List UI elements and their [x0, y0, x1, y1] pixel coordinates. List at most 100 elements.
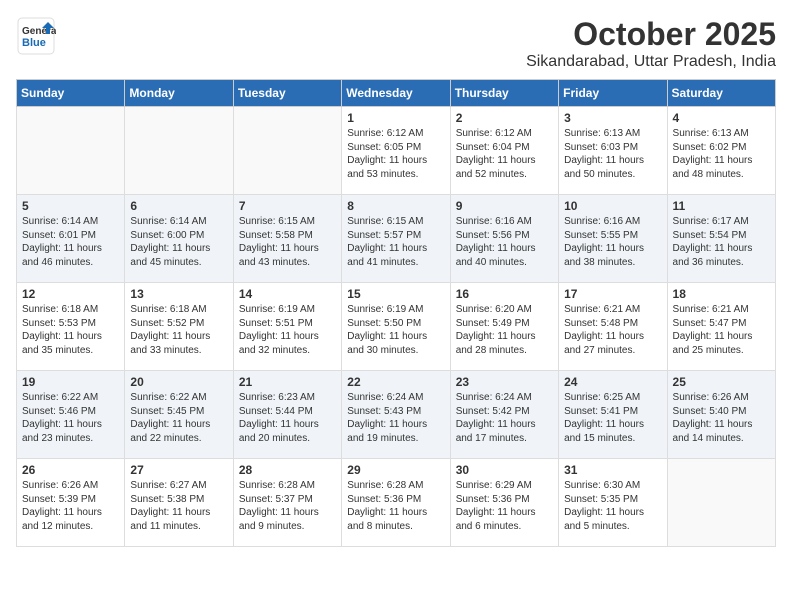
calendar-cell: 17Sunrise: 6:21 AM Sunset: 5:48 PM Dayli… [559, 283, 667, 371]
day-number: 21 [239, 375, 336, 389]
calendar-week-row: 12 Sunrise: 6:18 AM Sunset: 5:53 PM Dayli… [17, 283, 776, 371]
day-info: Sunrise: 6:22 AM Sunset: 5:45 PM Dayligh… [130, 391, 227, 445]
calendar-week-row: 26 Sunrise: 6:26 AM Sunset: 5:39 PM Dayli… [17, 459, 776, 547]
day-number: 13 [130, 287, 227, 301]
day-number: 15 [347, 287, 444, 301]
calendar-table: SundayMondayTuesdayWednesdayThursdayFrid… [16, 79, 776, 547]
day-number: 8 [347, 199, 444, 213]
calendar-cell [17, 107, 125, 195]
calendar-cell: 9 Sunrise: 6:16 AM Sunset: 5:56 PM Daylig… [450, 195, 558, 283]
title-area: October 2025 Sikandarabad, Uttar Pradesh… [526, 16, 776, 71]
day-number: 11 [673, 199, 770, 213]
day-number: 17 [564, 287, 661, 301]
day-info: Sunrise: 6:28 AM Sunset: 5:36 PM Dayligh… [347, 479, 444, 533]
day-number: 14 [239, 287, 336, 301]
day-number: 18 [673, 287, 770, 301]
weekday-header-row: SundayMondayTuesdayWednesdayThursdayFrid… [17, 80, 776, 107]
day-number: 23 [456, 375, 553, 389]
day-info: Sunrise: 6:14 AM Sunset: 6:00 PM Dayligh… [130, 215, 227, 269]
day-info: Sunrise: 6:15 AM Sunset: 5:57 PM Dayligh… [347, 215, 444, 269]
calendar-cell: 12 Sunrise: 6:18 AM Sunset: 5:53 PM Dayli… [17, 283, 125, 371]
day-info: Sunrise: 6:18 AM Sunset: 5:53 PM Dayligh… [22, 303, 119, 357]
day-info: Sunrise: 6:19 AM Sunset: 5:50 PM Dayligh… [347, 303, 444, 357]
day-number: 16 [456, 287, 553, 301]
day-info: Sunrise: 6:16 AM Sunset: 5:55 PM Dayligh… [564, 215, 661, 269]
day-number: 1 [347, 111, 444, 125]
day-info: Sunrise: 6:24 AM Sunset: 5:43 PM Dayligh… [347, 391, 444, 445]
weekday-header: Saturday [667, 80, 775, 107]
day-info: Sunrise: 6:13 AM Sunset: 6:02 PM Dayligh… [673, 127, 770, 181]
day-number: 4 [673, 111, 770, 125]
day-info: Sunrise: 6:16 AM Sunset: 5:56 PM Dayligh… [456, 215, 553, 269]
calendar-cell: 1 Sunrise: 6:12 AM Sunset: 6:05 PM Daylig… [342, 107, 450, 195]
day-number: 29 [347, 463, 444, 477]
day-info: Sunrise: 6:27 AM Sunset: 5:38 PM Dayligh… [130, 479, 227, 533]
calendar-cell: 19Sunrise: 6:22 AM Sunset: 5:46 PM Dayli… [17, 371, 125, 459]
day-number: 20 [130, 375, 227, 389]
day-number: 12 [22, 287, 119, 301]
calendar-cell: 26 Sunrise: 6:26 AM Sunset: 5:39 PM Dayli… [17, 459, 125, 547]
day-number: 9 [456, 199, 553, 213]
calendar-cell: 22 Sunrise: 6:24 AM Sunset: 5:43 PM Dayli… [342, 371, 450, 459]
calendar-cell: 30Sunrise: 6:29 AM Sunset: 5:36 PM Dayli… [450, 459, 558, 547]
day-number: 10 [564, 199, 661, 213]
day-number: 24 [564, 375, 661, 389]
calendar-cell [125, 107, 233, 195]
calendar-cell: 7Sunrise: 6:15 AM Sunset: 5:58 PM Daylig… [233, 195, 341, 283]
calendar-week-row: 1 Sunrise: 6:12 AM Sunset: 6:05 PM Daylig… [17, 107, 776, 195]
day-info: Sunrise: 6:30 AM Sunset: 5:35 PM Dayligh… [564, 479, 661, 533]
calendar-cell: 11 Sunrise: 6:17 AM Sunset: 5:54 PM Dayli… [667, 195, 775, 283]
calendar-cell: 28 Sunrise: 6:28 AM Sunset: 5:37 PM Dayli… [233, 459, 341, 547]
day-info: Sunrise: 6:28 AM Sunset: 5:37 PM Dayligh… [239, 479, 336, 533]
day-number: 7 [239, 199, 336, 213]
calendar-cell: 8 Sunrise: 6:15 AM Sunset: 5:57 PM Daylig… [342, 195, 450, 283]
calendar-cell: 13 Sunrise: 6:18 AM Sunset: 5:52 PM Dayli… [125, 283, 233, 371]
calendar-cell: 31 Sunrise: 6:30 AM Sunset: 5:35 PM Dayli… [559, 459, 667, 547]
day-info: Sunrise: 6:12 AM Sunset: 6:04 PM Dayligh… [456, 127, 553, 181]
calendar-cell: 15 Sunrise: 6:19 AM Sunset: 5:50 PM Dayli… [342, 283, 450, 371]
calendar-cell [667, 459, 775, 547]
day-info: Sunrise: 6:19 AM Sunset: 5:51 PM Dayligh… [239, 303, 336, 357]
day-info: Sunrise: 6:26 AM Sunset: 5:40 PM Dayligh… [673, 391, 770, 445]
calendar-cell: 5Sunrise: 6:14 AM Sunset: 6:01 PM Daylig… [17, 195, 125, 283]
weekday-header: Monday [125, 80, 233, 107]
page-header: General Blue October 2025 Sikandarabad, … [16, 16, 776, 71]
day-number: 6 [130, 199, 227, 213]
day-info: Sunrise: 6:12 AM Sunset: 6:05 PM Dayligh… [347, 127, 444, 181]
day-number: 31 [564, 463, 661, 477]
day-number: 19 [22, 375, 119, 389]
day-number: 28 [239, 463, 336, 477]
day-info: Sunrise: 6:17 AM Sunset: 5:54 PM Dayligh… [673, 215, 770, 269]
calendar-cell: 16Sunrise: 6:20 AM Sunset: 5:49 PM Dayli… [450, 283, 558, 371]
calendar-cell: 14 Sunrise: 6:19 AM Sunset: 5:51 PM Dayli… [233, 283, 341, 371]
weekday-header: Tuesday [233, 80, 341, 107]
day-number: 27 [130, 463, 227, 477]
day-info: Sunrise: 6:29 AM Sunset: 5:36 PM Dayligh… [456, 479, 553, 533]
day-number: 2 [456, 111, 553, 125]
day-info: Sunrise: 6:13 AM Sunset: 6:03 PM Dayligh… [564, 127, 661, 181]
day-info: Sunrise: 6:18 AM Sunset: 5:52 PM Dayligh… [130, 303, 227, 357]
logo: General Blue [16, 16, 56, 56]
calendar-cell: 6 Sunrise: 6:14 AM Sunset: 6:00 PM Daylig… [125, 195, 233, 283]
calendar-cell: 18 Sunrise: 6:21 AM Sunset: 5:47 PM Dayli… [667, 283, 775, 371]
day-info: Sunrise: 6:25 AM Sunset: 5:41 PM Dayligh… [564, 391, 661, 445]
day-info: Sunrise: 6:23 AM Sunset: 5:44 PM Dayligh… [239, 391, 336, 445]
calendar-cell: 25Sunrise: 6:26 AM Sunset: 5:40 PM Dayli… [667, 371, 775, 459]
day-number: 26 [22, 463, 119, 477]
calendar-cell: 24 Sunrise: 6:25 AM Sunset: 5:41 PM Dayli… [559, 371, 667, 459]
calendar-cell: 27 Sunrise: 6:27 AM Sunset: 5:38 PM Dayli… [125, 459, 233, 547]
calendar-cell: 4 Sunrise: 6:13 AM Sunset: 6:02 PM Daylig… [667, 107, 775, 195]
day-info: Sunrise: 6:26 AM Sunset: 5:39 PM Dayligh… [22, 479, 119, 533]
weekday-header: Sunday [17, 80, 125, 107]
month-title: October 2025 [526, 16, 776, 53]
day-number: 22 [347, 375, 444, 389]
calendar-week-row: 19Sunrise: 6:22 AM Sunset: 5:46 PM Dayli… [17, 371, 776, 459]
calendar-week-row: 5Sunrise: 6:14 AM Sunset: 6:01 PM Daylig… [17, 195, 776, 283]
calendar-cell: 29 Sunrise: 6:28 AM Sunset: 5:36 PM Dayli… [342, 459, 450, 547]
weekday-header: Thursday [450, 80, 558, 107]
weekday-header: Wednesday [342, 80, 450, 107]
day-number: 5 [22, 199, 119, 213]
svg-text:Blue: Blue [22, 37, 46, 49]
day-info: Sunrise: 6:21 AM Sunset: 5:47 PM Dayligh… [673, 303, 770, 357]
calendar-cell [233, 107, 341, 195]
